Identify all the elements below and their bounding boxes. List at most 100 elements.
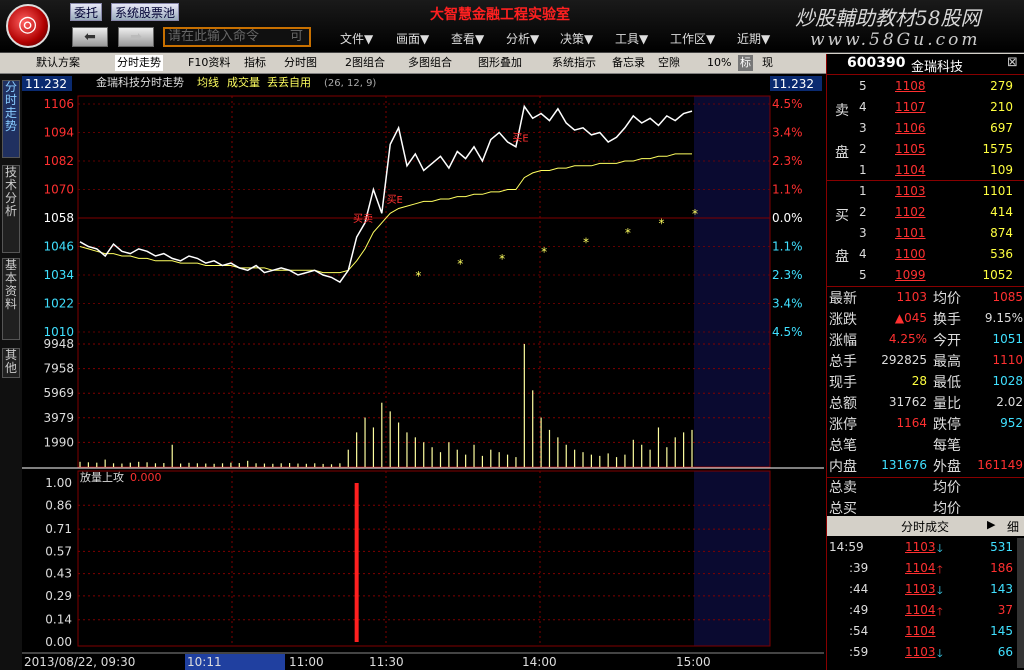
- toolbar-item-11[interactable]: 10%: [707, 55, 731, 71]
- stock-pool-button[interactable]: 系统股票池: [111, 3, 180, 21]
- toolbar-item-9[interactable]: 备忘录: [612, 55, 645, 71]
- stat-key: 内盘: [829, 459, 857, 475]
- stat-key2: 最高: [933, 354, 961, 370]
- sub-label-1: 0.86: [45, 498, 72, 512]
- time-label-0: 2013/08/22, 09:30: [24, 655, 135, 669]
- stat-key2: 换手: [933, 312, 961, 328]
- ticks-play-icon[interactable]: ▶: [987, 518, 995, 531]
- stat-value2: 2.02: [996, 395, 1023, 409]
- buy-label-0: 买: [835, 208, 849, 224]
- time-label-2: 11:00: [289, 655, 324, 669]
- toolbar-item-4[interactable]: 分时图: [284, 55, 317, 71]
- stat-value: 1164: [896, 416, 927, 430]
- legend-indicator: 丢丢自用: [267, 76, 311, 89]
- toolbar-item-13[interactable]: 现: [762, 55, 773, 71]
- menu-1[interactable]: 画面▼: [396, 30, 429, 47]
- tick-price: 1104: [905, 561, 936, 575]
- stat-value: 292825: [881, 353, 927, 367]
- price-box-text: 11.232: [25, 77, 67, 91]
- star-marker: *: [625, 226, 631, 240]
- stat-key: 总手: [829, 354, 857, 370]
- star-marker: *: [583, 236, 589, 250]
- tick-volume: 186: [990, 561, 1013, 575]
- time-label-5: 15:00: [676, 655, 711, 669]
- entrust-button[interactable]: 委托: [70, 3, 103, 21]
- stat-value: ▲045: [894, 311, 927, 325]
- command-input[interactable]: 请在此输入命令 可: [163, 27, 311, 47]
- sub-label-4: 0.43: [45, 567, 72, 581]
- sub-label-5: 0.29: [45, 589, 72, 603]
- chart-title: 金瑞科技分时走势: [96, 75, 184, 89]
- signal-bar: [354, 483, 359, 642]
- book-level: 3: [859, 226, 867, 240]
- intraday-chart[interactable]: 11.232 11.232 金瑞科技分时走势 均线 成交量 丢丢自用 (26, 12, 9)…: [22, 74, 824, 670]
- star-marker: *: [658, 217, 664, 231]
- toolbar-item-0[interactable]: 默认方案: [36, 55, 80, 71]
- sub-label-2: 0.71: [45, 522, 72, 536]
- toolbar-item-1[interactable]: 分时走势: [115, 55, 163, 71]
- price-label-0: 1106: [43, 97, 74, 111]
- stat-value: 28: [911, 374, 927, 388]
- vol-label-1: 7958: [43, 362, 74, 376]
- star-marker: *: [499, 252, 505, 266]
- left-tab-1[interactable]: 技术分析: [2, 165, 20, 253]
- stat-key2: 每笔: [933, 438, 961, 454]
- stat-key: 涨停: [829, 417, 857, 433]
- stat-value: 1103: [896, 290, 927, 304]
- menu-7[interactable]: 近期▼: [737, 30, 770, 47]
- book-price: 1102: [895, 205, 926, 219]
- menu-2[interactable]: 查看▼: [451, 30, 484, 47]
- pct-label-2: 2.3%: [772, 154, 803, 168]
- toolbar-item-5[interactable]: 2图组合: [345, 55, 385, 71]
- book-price: 1108: [895, 79, 926, 93]
- close-icon[interactable]: ⊠: [1007, 55, 1018, 70]
- toolbar-item-8[interactable]: 系统指示: [552, 55, 596, 71]
- tick-time: 14:59: [829, 540, 864, 554]
- ticks-scrollbar[interactable]: [1017, 538, 1024, 668]
- book-volume: 874: [990, 226, 1013, 240]
- book-divider: [827, 180, 1024, 181]
- price-label-1: 1094: [43, 126, 74, 140]
- back-button[interactable]: ⬅: [72, 27, 108, 47]
- time-label-3: 11:30: [369, 655, 404, 669]
- sell-label-0: 卖: [835, 103, 849, 119]
- arrow-down-icon: 🡓: [937, 584, 943, 597]
- brand-url: www.58Gu.com: [810, 30, 981, 50]
- book-volume: 279: [990, 79, 1013, 93]
- menu-3[interactable]: 分析▼: [506, 30, 539, 47]
- tick-time: :59: [849, 645, 869, 659]
- legend-vol: 成交量: [227, 75, 260, 89]
- forward-button[interactable]: ➡: [118, 27, 154, 47]
- ticks-detail-button[interactable]: 细: [1007, 518, 1019, 535]
- ticks-title[interactable]: 分时成交: [901, 518, 949, 535]
- stat-value2: 952: [1000, 416, 1023, 430]
- book-level: 1: [859, 184, 867, 198]
- toolbar-item-2[interactable]: F10资料: [188, 55, 230, 71]
- time-label-4: 14:00: [522, 655, 557, 669]
- stat-value2: 1051: [992, 332, 1023, 346]
- stat-value: 31762: [888, 395, 927, 409]
- toolbar-item-10[interactable]: 空隙: [658, 55, 680, 71]
- book-volume: 414: [990, 205, 1013, 219]
- book-level: 5: [859, 268, 867, 282]
- left-tab-0[interactable]: 分时走势: [2, 80, 20, 158]
- stock-name: 金瑞科技: [911, 60, 964, 75]
- menu-4[interactable]: 决策▼: [560, 30, 593, 47]
- left-tab-3[interactable]: 其他: [2, 348, 20, 378]
- sub-value: 0.000: [130, 471, 162, 484]
- toolbar-item-7[interactable]: 图形叠加: [478, 55, 522, 71]
- signal-mark-2: 买E: [512, 132, 528, 144]
- toolbar-item-12[interactable]: 标: [738, 55, 753, 71]
- book-level: 2: [859, 142, 867, 156]
- stat-key: 最新: [829, 291, 857, 307]
- menu-6[interactable]: 工作区▼: [670, 30, 715, 47]
- toolbar-item-3[interactable]: 指标: [244, 55, 266, 71]
- time-label-1: 10:11: [187, 655, 222, 669]
- command-extra: 可: [289, 29, 303, 44]
- menu-0[interactable]: 文件▼: [340, 30, 373, 47]
- stat-key2: 跌停: [933, 417, 961, 433]
- menu-5[interactable]: 工具▼: [615, 30, 648, 47]
- price-label-4: 1058: [43, 211, 74, 225]
- left-tab-2[interactable]: 基本资料: [2, 258, 20, 340]
- toolbar-item-6[interactable]: 多图组合: [408, 55, 452, 71]
